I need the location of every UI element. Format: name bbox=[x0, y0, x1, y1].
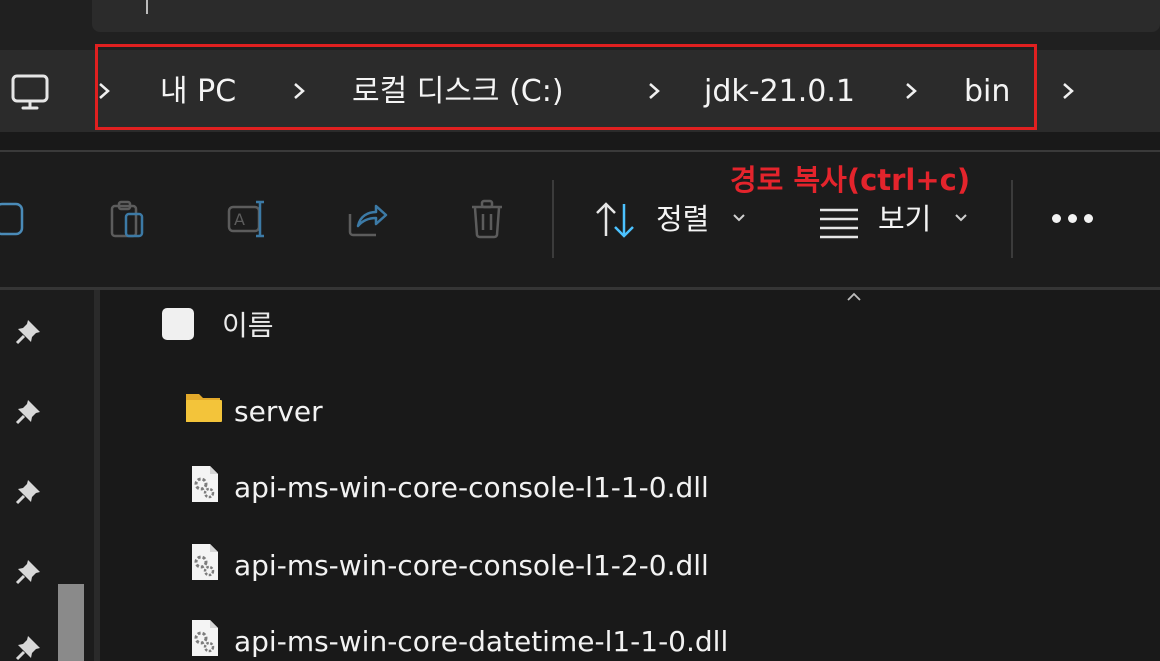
share-icon[interactable] bbox=[346, 198, 388, 240]
text-caret bbox=[146, 0, 148, 14]
dll-file-icon bbox=[192, 620, 218, 656]
view-icon[interactable] bbox=[818, 202, 860, 244]
pin-icon[interactable] bbox=[14, 396, 44, 426]
column-header-name[interactable]: 이름 bbox=[222, 304, 274, 348]
path-highlight-box bbox=[95, 44, 1037, 130]
sort-button-label[interactable]: 정렬 bbox=[656, 197, 709, 241]
rename-icon[interactable]: A bbox=[226, 198, 268, 240]
more-options-icon[interactable] bbox=[1052, 214, 1096, 224]
this-pc-icon[interactable] bbox=[10, 72, 50, 112]
chevron-down-icon[interactable] bbox=[954, 212, 968, 224]
copy-icon[interactable] bbox=[0, 198, 28, 240]
file-name: server bbox=[234, 395, 323, 428]
file-name: api-ms-win-core-console-l1-2-0.dll bbox=[234, 549, 709, 582]
view-button-label[interactable]: 보기 bbox=[878, 197, 931, 241]
paste-icon[interactable] bbox=[106, 198, 148, 240]
svg-text:A: A bbox=[234, 210, 245, 229]
sort-icon[interactable] bbox=[594, 200, 636, 242]
file-name: api-ms-win-core-console-l1-1-0.dll bbox=[234, 471, 709, 504]
pin-icon[interactable] bbox=[14, 632, 44, 661]
pin-icon[interactable] bbox=[14, 556, 44, 586]
search-box[interactable] bbox=[92, 0, 1160, 32]
folder-icon bbox=[186, 394, 222, 422]
file-name: api-ms-win-core-datetime-l1-1-0.dll bbox=[234, 625, 729, 658]
dll-file-icon bbox=[192, 466, 218, 502]
sort-ascending-icon bbox=[847, 292, 861, 301]
command-bar bbox=[0, 152, 1160, 287]
nav-scrollbar-thumb[interactable] bbox=[58, 584, 84, 661]
toolbar-separator bbox=[552, 180, 554, 258]
chevron-right-icon[interactable] bbox=[1060, 74, 1076, 108]
chevron-down-icon[interactable] bbox=[732, 212, 746, 224]
pin-icon[interactable] bbox=[14, 316, 44, 346]
copy-path-annotation: 경로 복사(ctrl+c) bbox=[730, 163, 971, 197]
dll-file-icon bbox=[192, 544, 218, 580]
delete-icon[interactable] bbox=[466, 198, 508, 240]
pin-icon[interactable] bbox=[14, 476, 44, 506]
toolbar-separator bbox=[1011, 180, 1013, 258]
select-all-checkbox[interactable] bbox=[162, 308, 194, 340]
